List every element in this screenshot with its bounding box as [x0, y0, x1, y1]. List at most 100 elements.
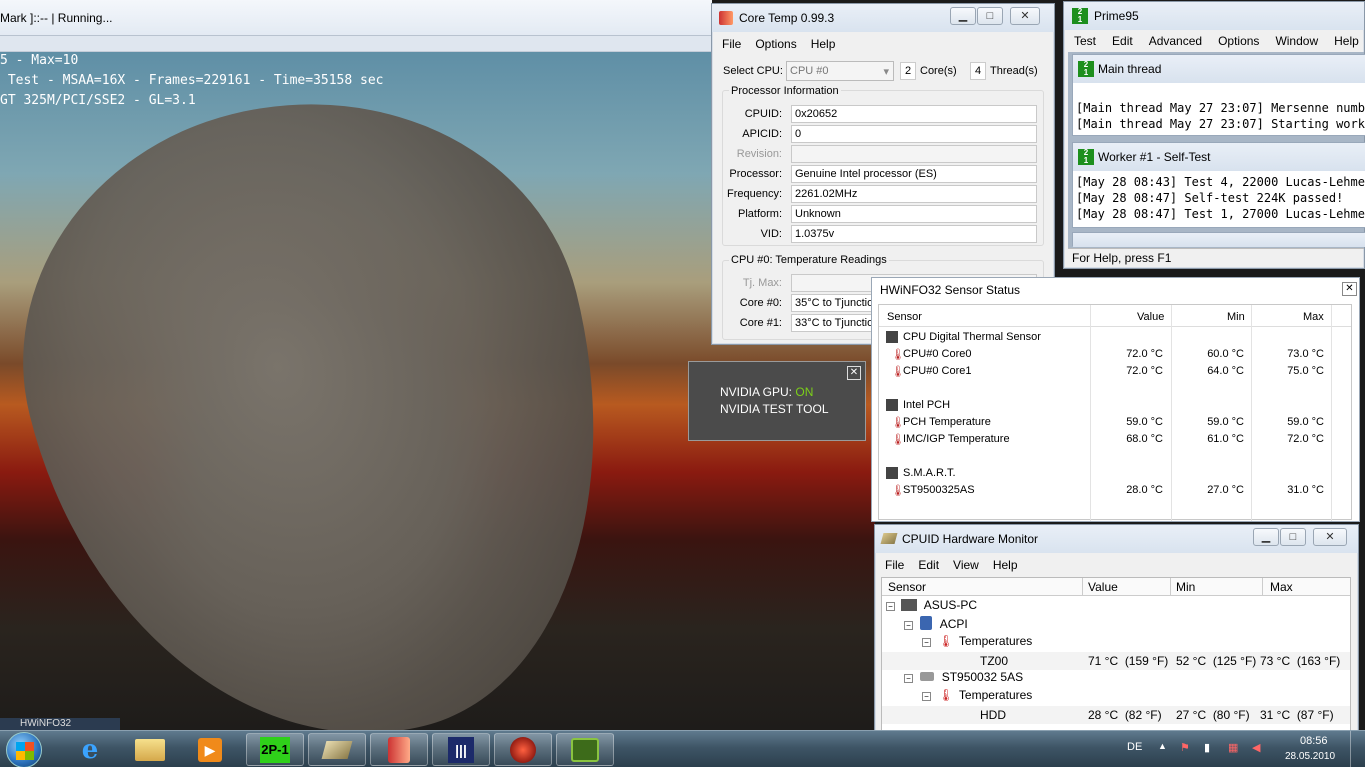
tree-node-disk[interactable]: − ST950032 5AS — [904, 670, 1023, 688]
furmark-titlebar[interactable]: Mark ]::-- | Running... — [0, 0, 712, 36]
col-value[interactable]: Value — [1088, 580, 1118, 594]
table-row[interactable]: 🌡 CPU#0 Core1 72.0 °C 64.0 °C 75.0 °C — [882, 363, 1340, 380]
taskbar-ie[interactable]: e — [70, 734, 110, 765]
temperatures-label: Temperatures — [958, 634, 1033, 648]
taskbar-furmark[interactable] — [494, 733, 552, 766]
prime95-titlebar[interactable]: 21 Prime95 — [1064, 2, 1364, 30]
group-row[interactable]: S.M.A.R.T. — [882, 465, 1340, 482]
minimize-button[interactable]: ▁ — [950, 7, 976, 25]
clock-date[interactable]: 28.05.2010 — [1285, 751, 1335, 762]
collapse-icon[interactable]: − — [922, 638, 931, 647]
sensor-name: CPU#0 Core1 — [903, 365, 972, 377]
sensor-name: CPU#0 Core0 — [903, 348, 972, 360]
menu-help[interactable]: Help — [811, 37, 836, 51]
table-row[interactable]: 🌡 CPU#0 Core0 72.0 °C 60.0 °C 73.0 °C — [882, 346, 1340, 363]
menu-help[interactable]: Help — [993, 558, 1018, 572]
network-icon[interactable]: ▦ — [1228, 741, 1238, 754]
col-value[interactable]: Value — [1137, 311, 1164, 323]
close-button[interactable]: ✕ — [1342, 282, 1357, 296]
taskbar-coretemp[interactable] — [370, 733, 428, 766]
menu-view[interactable]: View — [953, 558, 979, 572]
clock-time[interactable]: 08:56 — [1300, 735, 1328, 747]
menu-test[interactable]: Test — [1074, 34, 1096, 48]
group-row[interactable]: Intel PCH — [882, 397, 1340, 414]
prime95-menubar: Test Edit Advanced Options Window Help — [1068, 31, 1360, 51]
col-min[interactable]: Min — [1176, 580, 1195, 594]
menu-options[interactable]: Options — [755, 37, 796, 51]
taskbar-prime95[interactable]: 2P-1 — [246, 733, 304, 766]
taskbar-explorer[interactable] — [130, 734, 170, 765]
menu-window[interactable]: Window — [1275, 34, 1318, 48]
tray-expand-icon[interactable]: ▲ — [1158, 741, 1167, 751]
language-indicator[interactable]: DE — [1127, 741, 1142, 753]
main-thread-line-1: [Main thread May 27 23:07] Mersenne numb — [1076, 101, 1365, 115]
hwinfo-minimized-hint[interactable]: HWiNFO32 — [0, 718, 120, 730]
menu-help[interactable]: Help — [1334, 34, 1359, 48]
menu-edit[interactable]: Edit — [918, 558, 939, 572]
sensor-min: 27.0 °C — [1207, 484, 1244, 496]
cpu-select[interactable]: CPU #0 ▾ — [786, 61, 894, 81]
collapse-icon[interactable]: − — [904, 621, 913, 630]
start-button[interactable] — [6, 732, 42, 767]
main-thread-window[interactable]: 21 Main thread [Main thread May 27 23:07… — [1072, 54, 1365, 136]
show-desktop-button[interactable] — [1350, 731, 1365, 767]
cpuid-titlebar[interactable]: CPUID Hardware Monitor ▁ □ ✕ — [875, 525, 1358, 553]
close-button[interactable]: ✕ — [1313, 528, 1347, 546]
close-button[interactable]: ✕ — [847, 366, 861, 380]
taskbar-media-player[interactable]: ▶ — [190, 734, 230, 765]
maximize-button[interactable]: □ — [1280, 528, 1306, 546]
col-max[interactable]: Max — [1270, 580, 1293, 594]
platform-value: Unknown — [791, 205, 1037, 223]
table-row[interactable]: TZ00 71 °C (159 °F) 52 °C (125 °F) 73 °C… — [882, 652, 1350, 670]
table-row[interactable]: HDD 28 °C (82 °F) 27 °C (80 °F) 31 °C (8… — [882, 706, 1350, 724]
volume-icon[interactable]: ◀ — [1252, 741, 1260, 754]
hwinfo-titlebar[interactable]: HWiNFO32 Sensor Status ✕ — [872, 278, 1359, 302]
tree-node-root[interactable]: − ASUS-PC — [886, 598, 977, 616]
col-sensor[interactable]: Sensor — [887, 311, 922, 323]
group-name: CPU Digital Thermal Sensor — [903, 331, 1041, 343]
tjmax-label: Tj. Max: — [742, 277, 782, 289]
tree-node-temperatures[interactable]: − 🌡 Temperatures — [922, 688, 1032, 706]
table-row[interactable]: 🌡 PCH Temperature 59.0 °C 59.0 °C 59.0 °… — [882, 414, 1340, 431]
worker-window[interactable]: 21 Worker #1 - Self-Test [May 28 08:43] … — [1072, 142, 1365, 228]
taskbar-hwinfo[interactable]: ||| — [432, 733, 490, 766]
col-sensor[interactable]: Sensor — [888, 580, 926, 594]
menu-advanced[interactable]: Advanced — [1149, 34, 1202, 48]
gpu-card-icon — [571, 737, 599, 762]
coretemp-titlebar[interactable]: Core Temp 0.99.3 ▁ □ ✕ — [712, 4, 1054, 32]
flag-icon[interactable]: ⚑ — [1180, 741, 1190, 754]
main-thread-line-2: [Main thread May 27 23:07] Starting work… — [1076, 117, 1365, 131]
sensor-max: 75.0 °C — [1287, 365, 1324, 377]
table-row[interactable]: 🌡 ST9500325AS 28.0 °C 27.0 °C 31.0 °C — [882, 482, 1340, 499]
col-max[interactable]: Max — [1303, 311, 1324, 323]
taskbar-cpuid-hwmonitor[interactable] — [308, 733, 366, 766]
worker-titlebar[interactable]: 21 Worker #1 - Self-Test — [1073, 143, 1365, 171]
tree-node-acpi[interactable]: − ACPI — [904, 616, 968, 634]
col-min[interactable]: Min — [1227, 311, 1245, 323]
maximize-button[interactable]: □ — [977, 7, 1003, 25]
power-icon[interactable]: ▮ — [1204, 741, 1210, 754]
taskbar-nvidia-tool[interactable] — [556, 733, 614, 766]
sensor-value: 28.0 °C — [1126, 484, 1163, 496]
collapse-icon[interactable]: − — [922, 692, 931, 701]
chip-icon — [886, 331, 898, 343]
table-row[interactable]: 🌡 IMC/IGP Temperature 68.0 °C 61.0 °C 72… — [882, 431, 1340, 448]
menu-options[interactable]: Options — [1218, 34, 1259, 48]
osd-line-3: GT 325M/PCI/SSE2 - GL=3.1 — [0, 93, 196, 108]
main-thread-titlebar[interactable]: 21 Main thread — [1073, 55, 1365, 83]
sensor-value: 72.0 °C — [1126, 365, 1163, 377]
hwinfo-title: HWiNFO32 Sensor Status — [880, 283, 1021, 297]
menu-edit[interactable]: Edit — [1112, 34, 1133, 48]
close-button[interactable]: ✕ — [1010, 7, 1040, 25]
worker-window-2[interactable] — [1072, 232, 1365, 247]
thermometer-icon — [719, 11, 733, 25]
menu-file[interactable]: File — [722, 37, 741, 51]
worker-line-2: [May 28 08:47] Self-test 224K passed! — [1076, 191, 1344, 205]
chip-icon — [886, 467, 898, 479]
minimize-button[interactable]: ▁ — [1253, 528, 1279, 546]
tree-node-temperatures[interactable]: − 🌡 Temperatures — [922, 634, 1032, 652]
collapse-icon[interactable]: − — [904, 674, 913, 683]
group-row[interactable]: CPU Digital Thermal Sensor — [882, 329, 1340, 346]
menu-file[interactable]: File — [885, 558, 904, 572]
collapse-icon[interactable]: − — [886, 602, 895, 611]
